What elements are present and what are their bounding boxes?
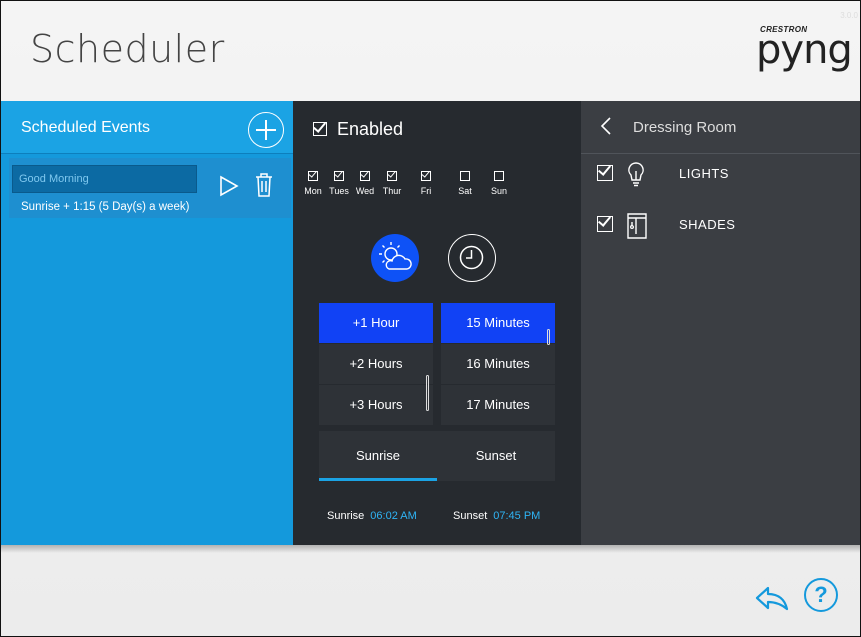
tab-sunset[interactable]: Sunset — [437, 431, 555, 481]
content-shadow — [1, 545, 860, 553]
play-icon[interactable] — [219, 175, 239, 197]
scheduled-events-title: Scheduled Events — [21, 119, 150, 136]
enabled-checkbox[interactable] — [313, 122, 327, 136]
lights-checkbox[interactable] — [597, 165, 613, 181]
back-reply-icon[interactable] — [755, 585, 789, 611]
tab-sunrise[interactable]: Sunrise — [319, 431, 437, 481]
help-icon[interactable]: ? — [804, 578, 838, 612]
day-checkbox[interactable] — [387, 171, 397, 181]
trash-icon[interactable] — [254, 172, 274, 198]
minute-offset-picker[interactable]: 15 Minutes 16 Minutes 17 Minutes — [441, 303, 555, 426]
sun-event-tabs: Sunrise Sunset — [319, 431, 555, 481]
sunrise-label: Sunrise — [327, 510, 365, 522]
day-label: Thur — [382, 186, 402, 196]
day-label: Fri — [420, 186, 432, 196]
astronomic-mode-button[interactable] — [371, 234, 419, 282]
header: Scheduler 3.0.0 pyng CRESTRON — [1, 1, 860, 101]
logo-brand: CRESTRON — [760, 25, 808, 34]
room-header: Dressing Room — [581, 101, 860, 154]
scheduled-events-header: Scheduled Events — [1, 101, 293, 154]
version-label: 3.0.0 — [840, 11, 858, 20]
scheduled-events-panel: Scheduled Events Good Morning Sunrise + … — [1, 101, 293, 545]
day-label: Mon — [304, 186, 322, 196]
sunset-label: Sunset — [453, 510, 488, 522]
sunrise-time-readout: Sunrise 06:02 AM — [327, 510, 417, 522]
day-checkbox[interactable] — [494, 171, 504, 181]
schedule-settings-panel: Enabled Mon Tues Wed Thur Fri Sat Sun +1… — [293, 101, 581, 545]
clock-icon — [459, 245, 484, 270]
device-label: SHADES — [679, 217, 736, 232]
day-thur[interactable]: Thur — [377, 171, 407, 196]
sunset-time-readout: Sunset 07:45 PM — [453, 510, 540, 522]
hour-option[interactable]: +1 Hour — [319, 303, 433, 343]
shades-checkbox[interactable] — [597, 216, 613, 232]
day-checkbox[interactable] — [421, 171, 431, 181]
minute-option[interactable]: 17 Minutes — [441, 385, 555, 425]
sunset-time: 07:45 PM — [493, 510, 541, 522]
day-checkbox[interactable] — [308, 171, 318, 181]
app-window: Scheduler 3.0.0 pyng CRESTRON Scheduled … — [0, 0, 861, 637]
sun-cloud-icon — [379, 242, 412, 270]
day-checkbox[interactable] — [360, 171, 370, 181]
hour-option[interactable]: +2 Hours — [319, 344, 433, 384]
event-name-field[interactable]: Good Morning — [12, 165, 197, 193]
crestron-pyng-logo: pyng CRESTRON — [754, 23, 853, 79]
enabled-label: Enabled — [337, 119, 404, 139]
minute-option[interactable]: 15 Minutes — [441, 303, 555, 343]
day-checkbox[interactable] — [334, 171, 344, 181]
day-fri[interactable]: Fri — [411, 171, 441, 196]
back-chevron-icon[interactable] — [599, 116, 613, 136]
day-label: Sun — [490, 186, 507, 196]
page-title: Scheduler — [30, 27, 225, 71]
shades-icon — [627, 213, 647, 239]
day-label: Sat — [458, 186, 472, 196]
minute-option[interactable]: 16 Minutes — [441, 344, 555, 384]
device-row-shades[interactable]: SHADES — [581, 200, 860, 250]
hour-option[interactable]: +3 Hours — [319, 385, 433, 425]
room-devices-panel: Dressing Room LIGHTS SHADES — [581, 101, 860, 545]
sunrise-time: 06:02 AM — [370, 510, 417, 522]
time-mode-button[interactable] — [448, 234, 496, 282]
device-label: LIGHTS — [679, 166, 729, 181]
room-name: Dressing Room — [633, 119, 737, 136]
minute-scrollbar[interactable] — [547, 329, 550, 345]
day-label: Tues — [329, 186, 349, 196]
day-wed[interactable]: Wed — [350, 171, 380, 196]
day-label: Wed — [355, 186, 375, 196]
lightbulb-icon — [628, 162, 644, 187]
hour-scrollbar[interactable] — [426, 375, 429, 411]
hour-offset-picker[interactable]: +1 Hour +2 Hours +3 Hours — [319, 303, 433, 426]
event-summary: Sunrise + 1:15 (5 Day(s) a week) — [21, 201, 190, 213]
add-event-button[interactable] — [248, 112, 284, 148]
device-row-lights[interactable]: LIGHTS — [581, 149, 860, 199]
day-sat[interactable]: Sat — [450, 171, 480, 196]
day-sun[interactable]: Sun — [484, 171, 514, 196]
enabled-toggle[interactable]: Enabled — [313, 119, 403, 140]
day-checkbox[interactable] — [460, 171, 470, 181]
